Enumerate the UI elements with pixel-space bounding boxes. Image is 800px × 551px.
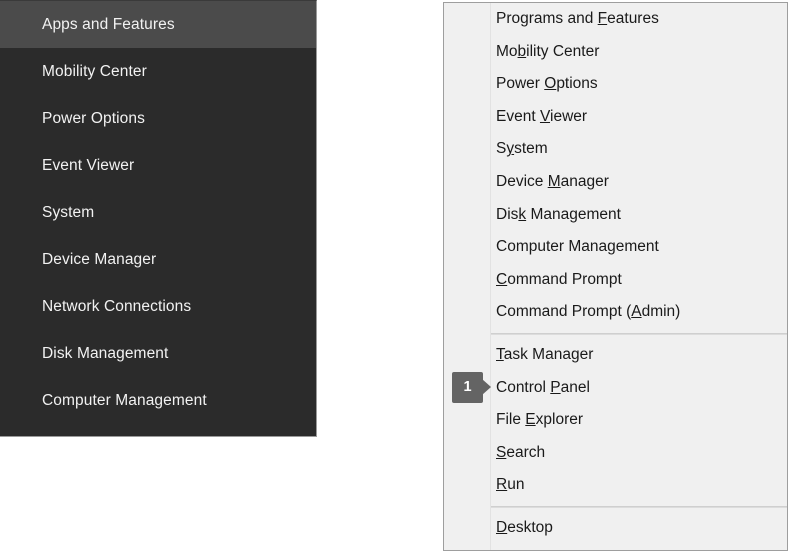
menu-item-label-post: earch [506,444,545,461]
menu-item-label-pre: Event [496,108,540,125]
menu-item[interactable]: Run [444,469,787,502]
menu-item-label-post: dmin) [642,303,681,320]
menu-item-label-post: ility Center [526,43,599,60]
menu-item[interactable]: Control Panel [444,372,787,405]
menu-item[interactable]: Search [444,437,787,470]
menu-item[interactable]: Computer Management [444,231,787,264]
menu-item-accelerator-char: g [607,238,616,255]
menu-item-label-pre: Device [496,173,548,190]
menu-item-label-post: iewer [550,108,587,125]
menu-item-label-post: eatures [607,10,659,27]
menu-group: Programs and FeaturesMobility CenterPowe… [444,3,787,329]
menu-item-label-pre: Command Prompt ( [496,303,631,320]
menu-item-label-post: ask Manager [504,346,594,363]
winx-dark-menu: Apps and FeaturesMobility CenterPower Op… [0,0,317,437]
menu-item-label-post: ommand Prompt [507,271,622,288]
menu-item-label-pre: Computer Mana [496,238,607,255]
dark-menu-item[interactable]: Apps and Features [0,1,316,48]
menu-item-label-pre: Control [496,379,550,396]
menu-item-accelerator-char: y [506,140,514,157]
menu-item-accelerator-char: R [496,476,507,493]
menu-item-label-post: xplorer [536,411,583,428]
menu-item-label-post: ement [616,238,659,255]
menu-item-accelerator-char: O [544,75,556,92]
menu-item[interactable]: System [444,133,787,166]
menu-item-label-post: Management [526,206,621,223]
menu-item[interactable]: Programs and Features [444,3,787,36]
callout-pointer-icon [482,379,491,395]
menu-item[interactable]: Disk Management [444,199,787,232]
menu-group: Task ManagerControl PanelFile ExplorerSe… [444,339,787,502]
menu-item[interactable]: Mobility Center [444,36,787,69]
menu-item-label-pre: S [496,140,506,157]
menu-item-accelerator-char: D [496,519,507,536]
menu-item-accelerator-char: M [548,173,561,190]
callout-badge-1: 1 [452,372,490,403]
winx-classic-menu: Programs and FeaturesMobility CenterPowe… [443,2,788,551]
menu-item-accelerator-char: S [496,444,506,461]
menu-item-label-pre: Mo [496,43,518,60]
menu-separator [490,506,787,508]
menu-separator [490,333,787,335]
menu-group: Desktop [444,512,787,545]
menu-item-accelerator-char: C [496,271,507,288]
menu-item-accelerator-char: F [598,10,607,27]
dark-menu-item[interactable]: Power Options [0,95,316,142]
menu-item-label-post: un [507,476,524,493]
menu-item-label-post: anager [561,173,609,190]
menu-item-accelerator-char: P [550,379,560,396]
menu-item-accelerator-char: V [540,108,550,125]
dark-menu-item[interactable]: Event Viewer [0,142,316,189]
menu-item-label-post: ptions [556,75,597,92]
dark-menu-item[interactable]: Disk Management [0,330,316,377]
menu-item[interactable]: Task Manager [444,339,787,372]
menu-item-accelerator-char: E [525,411,535,428]
dark-menu-item[interactable]: Computer Management [0,377,316,424]
menu-item-accelerator-char: k [518,206,526,223]
menu-item-accelerator-char: T [496,346,504,363]
menu-item-accelerator-char: A [631,303,641,320]
menu-item-label-pre: File [496,411,525,428]
menu-item-label-pre: Programs and [496,10,598,27]
menu-item-label-post: anel [561,379,590,396]
menu-item-label-post: stem [514,140,548,157]
menu-item[interactable]: Desktop [444,512,787,545]
menu-item[interactable]: Command Prompt (Admin) [444,296,787,329]
dark-menu-item[interactable]: System [0,189,316,236]
menu-item[interactable]: Power Options [444,68,787,101]
menu-item-accelerator-char: b [518,43,527,60]
menu-item-label-pre: Dis [496,206,518,223]
menu-item-label-post: esktop [507,519,553,536]
dark-menu-item[interactable]: Network Connections [0,283,316,330]
screenshot-canvas: Apps and FeaturesMobility CenterPower Op… [0,0,800,551]
menu-item[interactable]: Command Prompt [444,264,787,297]
menu-item[interactable]: Event Viewer [444,101,787,134]
callout-badge-number: 1 [452,372,483,403]
dark-menu-item[interactable]: Device Manager [0,236,316,283]
dark-menu-item[interactable]: Mobility Center [0,48,316,95]
menu-item[interactable]: File Explorer [444,404,787,437]
menu-item[interactable]: Device Manager [444,166,787,199]
menu-item-label-pre: Power [496,75,544,92]
